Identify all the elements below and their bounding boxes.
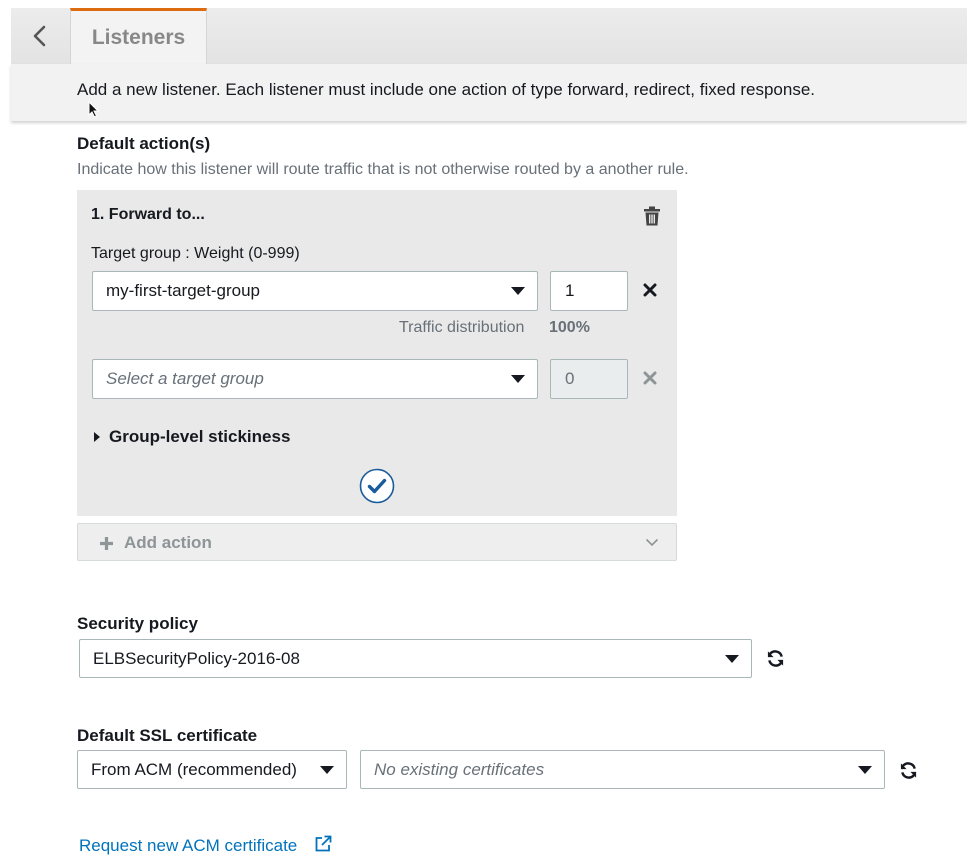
target-group-select-2[interactable]: Select a target group [92, 359, 538, 399]
remove-target-icon[interactable] [643, 283, 657, 297]
weight-input-1[interactable]: 1 [550, 271, 628, 311]
certificate-select[interactable]: No existing certificates [360, 750, 885, 789]
security-policy-select[interactable]: ELBSecurityPolicy-2016-08 [79, 639, 752, 678]
chevron-down-icon [511, 287, 525, 295]
default-actions-description: Indicate how this listener will route tr… [77, 161, 689, 178]
plus-icon [100, 537, 113, 550]
chevron-left-icon [33, 25, 46, 47]
info-text: Add a new listener. Each listener must i… [77, 80, 816, 99]
refresh-icon[interactable] [766, 649, 785, 668]
group-level-stickiness-label: Group-level stickiness [109, 427, 291, 446]
info-bar: Add a new listener. Each listener must i… [11, 64, 967, 121]
traffic-distribution-value: 100% [549, 319, 590, 336]
weight-value-1: 1 [565, 281, 575, 300]
tab-listeners[interactable]: Listeners [70, 8, 207, 64]
chevron-down-icon [858, 765, 872, 774]
chevron-down-icon [320, 765, 334, 774]
forward-action-panel: 1. Forward to... Target group : Weight (… [77, 190, 677, 516]
external-link-icon [315, 835, 332, 852]
chevron-down-icon [725, 654, 739, 663]
target-group-value: my-first-target-group [106, 281, 260, 300]
add-action-button[interactable]: Add action [77, 523, 677, 561]
traffic-distribution-label: Traffic distribution [399, 319, 525, 336]
mouse-cursor-icon [88, 101, 99, 118]
weight-input-2[interactable]: 0 [550, 359, 628, 399]
ssl-certificate-label: Default SSL certificate [77, 726, 258, 745]
top-bar: Listeners [11, 8, 967, 65]
trash-icon[interactable] [643, 206, 661, 226]
security-policy-label: Security policy [77, 614, 198, 633]
chevron-down-icon [645, 538, 659, 547]
caret-right-icon [94, 432, 100, 442]
security-policy-value: ELBSecurityPolicy-2016-08 [93, 648, 300, 668]
target-group-label: Target group : Weight (0-999) [91, 245, 300, 262]
weight-value-2: 0 [565, 369, 575, 388]
refresh-icon[interactable] [899, 761, 918, 780]
request-acm-certificate-label: Request new ACM certificate [79, 836, 298, 855]
target-group-placeholder: Select a target group [106, 369, 264, 388]
request-acm-certificate-link[interactable]: Request new ACM certificate [79, 836, 297, 856]
confirm-check-icon[interactable] [359, 468, 395, 504]
default-actions-title: Default action(s) [77, 134, 211, 153]
certificate-source-value: From ACM (recommended) [91, 759, 297, 779]
add-action-label: Add action [124, 533, 212, 552]
certificate-placeholder: No existing certificates [374, 759, 545, 779]
target-group-select-1[interactable]: my-first-target-group [92, 271, 538, 311]
action-title: 1. Forward to... [91, 206, 205, 223]
group-level-stickiness-toggle[interactable]: Group-level stickiness [93, 427, 290, 447]
certificate-source-select[interactable]: From ACM (recommended) [77, 750, 347, 789]
chevron-down-icon [511, 375, 525, 383]
tab-listeners-label: Listeners [91, 25, 186, 49]
remove-target-icon-disabled [643, 371, 657, 385]
back-button[interactable] [11, 8, 69, 64]
